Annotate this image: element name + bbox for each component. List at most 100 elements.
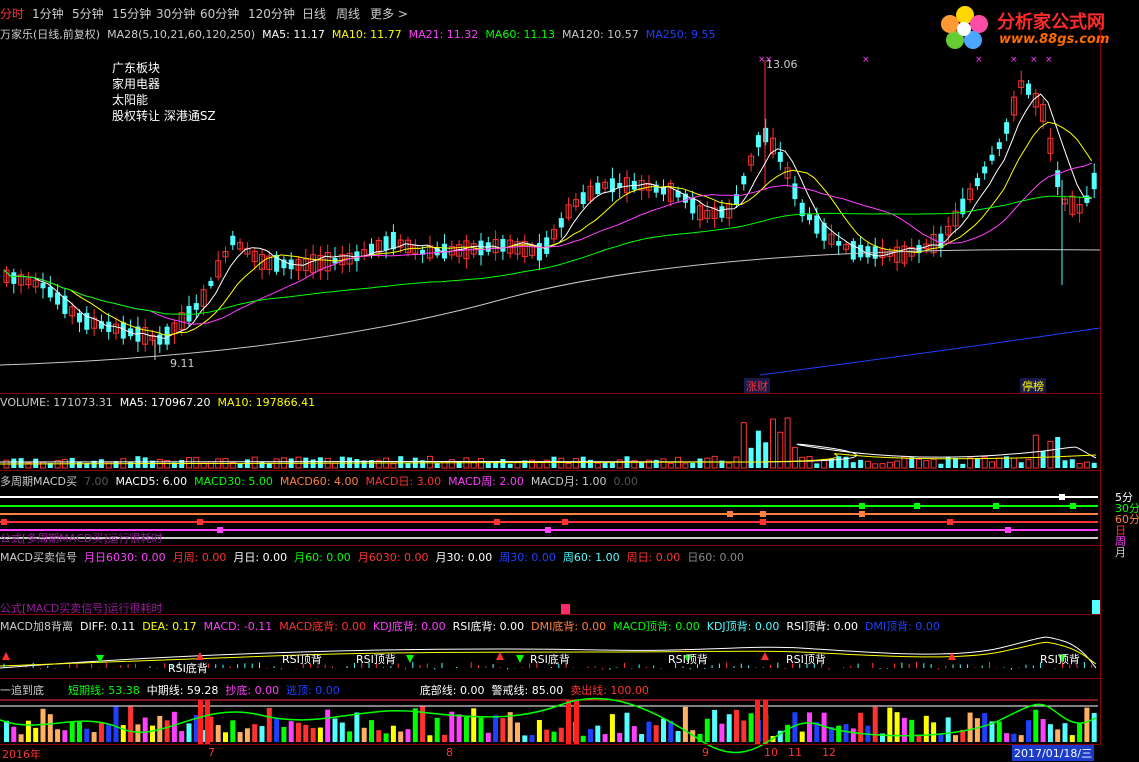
volume-bar [1018,462,1024,468]
volume-bar [565,463,572,469]
signal-marker: × [1030,55,1038,65]
indicator-bar [186,723,192,742]
macd-signal-legend: MACD买卖信号 月日6030: 0.00 月周: 0.00 月日: 0.00 月60:… [0,551,745,564]
volume-bar [639,462,645,468]
volume-bar [77,461,82,468]
volume-bar [616,459,623,469]
volume-bar [339,456,345,468]
chart-canvas: × × × × × × × [0,55,1101,754]
indicator-bar [1062,723,1068,742]
volume-bar [989,461,995,469]
volume-bar [938,463,944,468]
volume-bar [923,460,930,469]
divergence-label: RSI顶背 [356,653,396,666]
volume-value: VOLUME: 171073.31 [0,396,113,409]
indicator-bar [734,709,739,742]
indicator-bar [799,731,805,742]
candle-body [544,237,550,254]
indicator-bar [843,724,849,742]
volume-bar [602,462,608,468]
volume-bar [507,463,513,468]
volume-bar [894,460,901,469]
pane-divider[interactable] [0,470,1100,471]
indicator-bar [719,723,725,742]
volume-ma5: MA5: 170967.20 [119,396,211,409]
volume-bar [426,455,433,469]
macd-signal-dot [947,519,953,525]
volume-bar [609,462,615,468]
volume-bar [836,456,842,468]
indicator-bar [77,720,82,742]
ma-line [3,93,1092,340]
indicator-bar [332,718,338,742]
indicator-bar [515,722,520,742]
indicator-bar [1069,735,1075,742]
pane-divider[interactable] [0,545,1100,546]
cursor-date: 2017/01/18/三 [1012,745,1095,761]
ma250-line [759,327,1101,376]
indicator-bar [179,731,185,742]
indicator-bar [383,733,389,742]
indicator-bar [909,719,915,742]
indicator-bar [62,730,68,742]
indicator-bar [369,720,374,742]
volume-bar [682,463,689,469]
candle-body [755,135,761,148]
volume-bar [105,461,112,469]
pane-divider[interactable] [0,678,1100,679]
macd-signal-dot [197,519,203,525]
indicator-bar [427,735,433,742]
indicator-bar [164,720,170,742]
indicator-bar [536,719,542,742]
pane-divider[interactable] [0,393,1100,394]
volume-bar [295,456,302,469]
volume-bar [1091,462,1097,468]
indicator-bar [325,709,331,742]
candle-body [989,154,995,161]
up-arrow-icon [496,652,504,660]
divergence-label: RSI顶背 [668,653,708,666]
indicator-bar [602,734,608,742]
volume-bar [237,463,243,468]
candle-body [157,334,163,345]
signal-marker: × [1045,55,1053,65]
indicator-bar [288,721,294,742]
indicator-bar [741,720,747,742]
volume-bar [448,459,455,469]
macd-signal-dot [217,527,223,533]
volume-bar [748,447,754,468]
indicator-bar [1084,707,1090,742]
indicator-bar [1055,729,1061,742]
candle-body [814,215,820,234]
volume-bar [864,460,871,469]
indicator-bar [84,728,90,742]
indicator-bar [631,726,637,742]
volume-bar [953,457,958,468]
volume-bars [0,417,1097,469]
indicator-bar [434,717,440,742]
candle-body [1091,172,1097,190]
candle-body [595,182,601,195]
divergence-label: RSI顶背 [282,653,322,666]
macd-signal-dot [760,511,766,517]
candle-body [1004,122,1010,134]
date-axis: 2016年 7 8 9 10 11 12 2017/01/18/三 [0,744,1100,761]
indicator-bar [98,722,104,742]
volume-bar [1025,458,1032,469]
pane-divider[interactable] [0,614,1100,615]
indicator-bar [1091,712,1097,742]
volume-bar [1040,451,1046,468]
candle-body [807,214,812,221]
indicator-bar [967,712,973,742]
candle-body [40,283,46,289]
volume-bar [960,463,966,468]
candle-body [974,178,980,187]
indicator-bar [748,713,754,742]
indicator-bar [150,725,155,742]
volume-bar [558,457,565,469]
candle-body [996,142,1002,149]
indicator-bar [252,724,258,742]
zhangcai-tag[interactable]: 涨财 [744,378,770,394]
volume-bar [69,457,75,468]
tingpai-tag[interactable]: 停榜 [1020,378,1046,394]
